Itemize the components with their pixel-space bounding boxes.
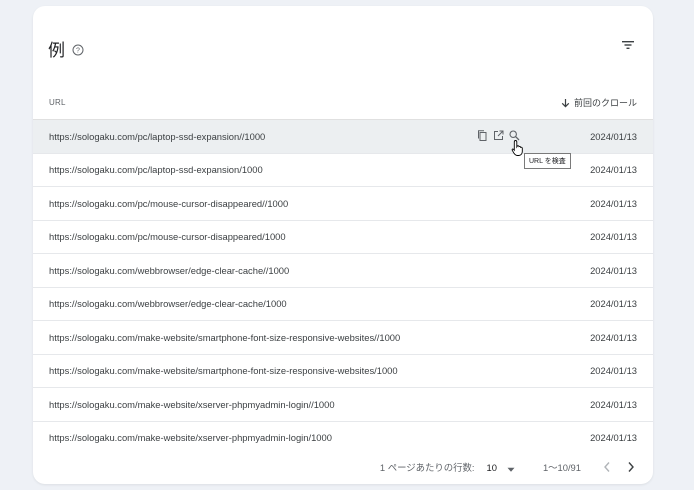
row-url[interactable]: https://sologaku.com/webbrowser/edge-cle… [49,265,577,276]
table-row[interactable]: https://sologaku.com/make-website/smartp… [33,355,653,388]
url-table: URL 前回のクロール https://sologaku.com/pc/lapt… [33,86,653,454]
rows-per-page-label: 1 ページあたりの行数: [379,462,475,473]
row-date: 2024/01/13 [590,432,637,444]
table-row[interactable]: https://sologaku.com/make-website/xserve… [33,388,653,422]
row-date: 2024/01/13 [590,197,637,209]
row-url[interactable]: https://sologaku.com/make-website/xserve… [49,399,577,410]
row-url[interactable]: https://sologaku.com/pc/mouse-cursor-dis… [49,198,577,209]
rows-per-page-select[interactable]: 10 [487,462,515,473]
row-url[interactable]: https://sologaku.com/make-website/smartp… [49,365,577,376]
open-in-new-icon[interactable] [492,129,505,142]
table-row[interactable]: https://sologaku.com/webbrowser/edge-cle… [33,254,653,288]
table-row[interactable]: https://sologaku.com/pc/mouse-cursor-dis… [33,221,653,254]
row-url[interactable]: https://sologaku.com/make-website/xserve… [49,432,577,443]
table-row[interactable]: https://sologaku.com/webbrowser/edge-cle… [33,288,653,321]
table-row[interactable]: https://sologaku.com/make-website/smartp… [33,321,653,355]
table-header: URL 前回のクロール [33,86,653,120]
chevron-left-icon[interactable] [603,461,611,473]
row-date: 2024/01/13 [590,398,637,410]
row-url[interactable]: https://sologaku.com/pc/laptop-ssd-expan… [49,164,577,175]
arrow-down-icon [561,98,570,108]
row-url[interactable]: https://sologaku.com/webbrowser/edge-cle… [49,298,577,309]
copy-icon[interactable] [476,129,489,142]
pagination-range: 1〜10/91 [542,462,581,473]
row-date: 2024/01/13 [590,331,637,343]
row-url[interactable]: https://sologaku.com/make-website/smartp… [49,332,577,343]
column-header-last-crawl-label: 前回のクロール [573,98,637,108]
help-icon[interactable]: ? [72,43,84,55]
row-date: 2024/01/13 [590,298,637,310]
rows-per-page-value: 10 [486,461,497,473]
pagination-footer: 1 ページあたりの行数: 10 1〜10/91 [33,450,653,484]
column-header-last-crawl[interactable]: 前回のクロール [561,96,637,109]
row-url[interactable]: https://sologaku.com/pc/mouse-cursor-dis… [49,231,577,242]
row-date: 2024/01/13 [590,365,637,377]
row-date: 2024/01/13 [590,130,637,142]
row-date: 2024/01/13 [590,164,637,176]
table-row[interactable]: https://sologaku.com/pc/laptop-ssd-expan… [33,120,653,169]
pager [603,461,635,473]
card-header: 例 ? [48,36,84,61]
chevron-right-icon[interactable] [627,461,635,473]
inspect-url-tooltip: URL を検査 [524,153,571,169]
column-header-url[interactable]: URL [49,98,66,107]
row-date: 2024/01/13 [590,231,637,243]
filter-icon[interactable] [621,38,635,52]
examples-card: 例 ? URL 前回のクロール https://sologaku.com/pc/… [33,6,653,484]
svg-text:?: ? [76,47,80,54]
table-row[interactable]: https://sologaku.com/pc/mouse-cursor-dis… [33,187,653,221]
caret-down-icon [507,464,515,472]
row-date: 2024/01/13 [590,264,637,276]
card-title: 例 [48,41,65,60]
